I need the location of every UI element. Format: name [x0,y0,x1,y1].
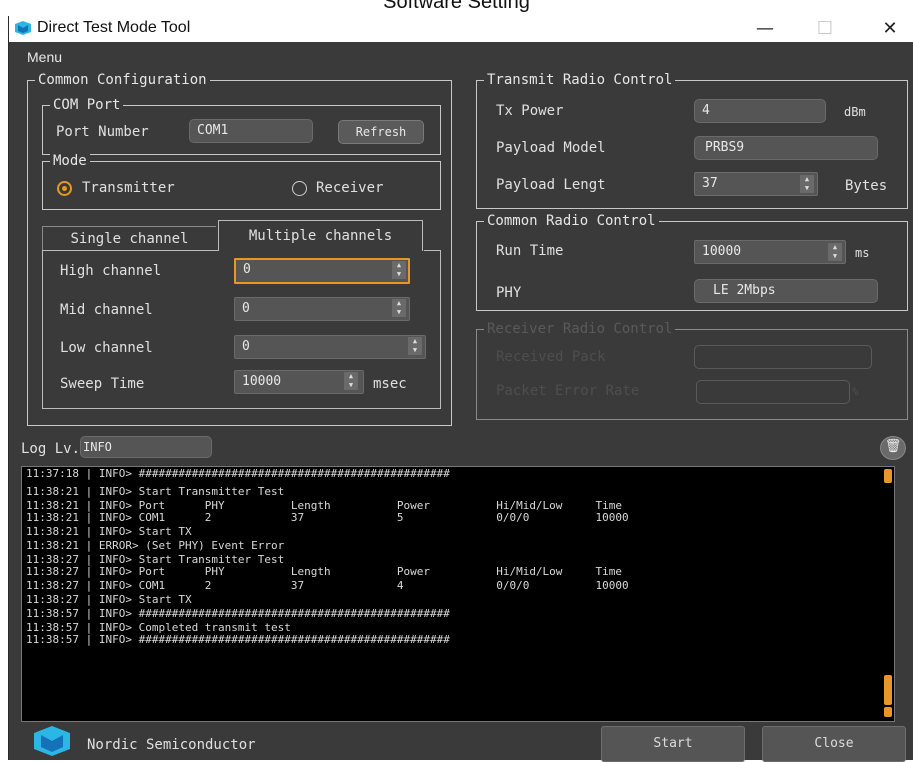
tx-power-label: Tx Power [496,103,564,119]
refresh-button[interactable]: Refresh [338,120,424,144]
close-window-button[interactable]: ✕ [867,16,913,42]
nordic-logo-icon [15,21,31,35]
run-time-field[interactable]: 10000 [694,240,846,264]
log-line: 11:38:57 | INFO> #######################… [26,607,450,620]
packet-error-rate-field[interactable] [696,380,850,404]
transmit-radio-control-legend: Transmit Radio Control [484,72,676,88]
high-channel-label: High channel [60,263,162,279]
sweep-time-unit: msec [373,376,407,392]
packet-error-rate-unit: % [852,385,859,398]
tab-single-channel[interactable]: Single channel [42,226,216,251]
packet-error-rate-label: Packet Error Rate [496,383,640,399]
mid-channel-spinner[interactable]: ▲ ▼ [392,299,406,317]
maximize-button[interactable]: ☐ [802,16,848,42]
log-console[interactable]: 11:37:18 | INFO> #######################… [21,466,895,722]
clear-log-trash-icon[interactable]: 🗑 [880,436,906,460]
log-line: 11:38:57 | INFO> #######################… [26,633,450,646]
log-line: 11:38:27 | INFO> Start TX [26,593,192,606]
received-pack-label: Received Pack [496,349,606,365]
sweep-time-label: Sweep Time [60,376,145,392]
payload-length-label: Payload Lengt [496,177,606,193]
window-title: Direct Test Mode Tool [37,19,191,36]
log-line: 11:38:21 | INFO> Start TX [26,525,192,538]
payload-model-label: Payload Model [496,140,606,156]
port-number-field[interactable]: COM1 [189,119,313,143]
log-line: 11:38:21 | INFO> Start Transmitter Test [26,485,285,498]
low-channel-spinner[interactable]: ▲ ▼ [408,337,422,355]
transmitter-label[interactable]: Transmitter [82,180,175,196]
common-configuration-legend: Common Configuration [35,72,210,88]
log-line: 11:38:27 | INFO> Port PHY Length Power H… [26,565,623,578]
log-level-label: Log Lv. [21,441,81,457]
mode-legend: Mode [50,153,90,169]
log-level-select[interactable]: INFO [80,436,212,458]
title-bar: Direct Test Mode Tool — ☐ ✕ [9,16,913,42]
log-scrollbar[interactable] [884,469,892,717]
run-time-label: Run Time [496,243,564,259]
payload-length-unit: Bytes [845,178,888,194]
log-line: 11:38:27 | INFO> COM1 2 37 4 0/0/0 10000 [26,579,629,592]
nordic-semiconductor-logo-icon [34,726,70,756]
tab-multiple-channels[interactable]: Multiple channels [218,220,423,251]
mid-channel-field[interactable]: 0 [234,297,410,321]
run-time-spinner[interactable]: ▲ ▼ [828,243,842,261]
high-channel-field[interactable]: 0 [234,258,410,284]
low-channel-field[interactable]: 0 [234,335,426,359]
run-time-unit: ms [855,246,870,260]
payload-length-spinner[interactable]: ▲ ▼ [800,175,814,193]
transmitter-radio[interactable] [57,181,72,196]
receiver-label[interactable]: Receiver [316,180,383,196]
com-port-legend: COM Port [50,97,124,113]
tx-power-field[interactable]: 4 [694,99,826,123]
phy-select[interactable]: LE 2Mbps [694,279,878,303]
payload-model-select[interactable]: PRBS9 [694,136,878,160]
receiver-radio-control-legend: Receiver Radio Control [484,321,676,337]
receiver-radio[interactable] [292,181,307,196]
log-line: 11:38:21 | INFO> COM1 2 37 5 0/0/0 10000 [26,511,629,524]
brand-label: Nordic Semiconductor [87,737,256,753]
low-channel-label: Low channel [60,340,153,356]
common-radio-control-legend: Common Radio Control [484,213,659,229]
receiver-radio-control-group: Receiver Radio Control [476,321,908,420]
high-channel-spinner[interactable]: ▲ ▼ [392,261,406,279]
mid-channel-label: Mid channel [60,302,153,318]
log-line: 11:37:18 | INFO> #######################… [26,467,450,480]
minimize-button[interactable]: — [742,16,788,42]
start-button[interactable]: Start [601,726,745,762]
sweep-time-spinner[interactable]: ▲ ▼ [344,372,358,390]
log-line: 11:38:21 | ERROR> (Set PHY) Event Error [26,539,285,552]
phy-label: PHY [496,285,522,301]
figure-caption: Software Setting [383,0,530,13]
received-pack-field[interactable] [694,345,872,369]
close-button[interactable]: Close [762,726,906,762]
port-number-label: Port Number [56,124,149,140]
tx-power-unit: dBm [844,105,866,119]
menu[interactable]: Menu [27,49,62,65]
